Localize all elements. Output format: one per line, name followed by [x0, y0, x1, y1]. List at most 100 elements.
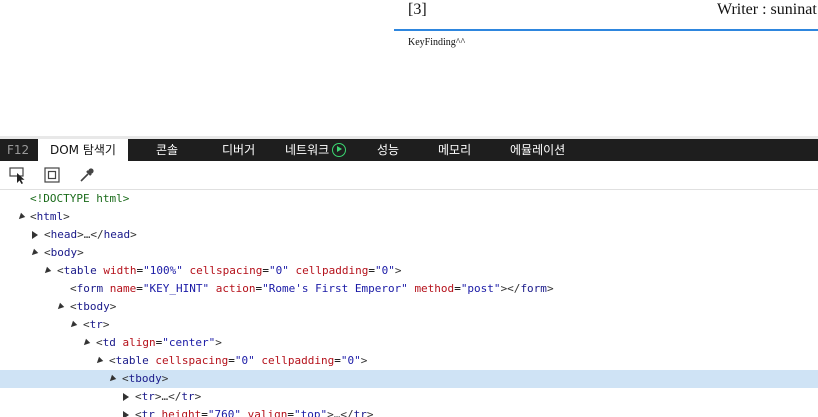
node-label: <form name="KEY_HINT" action="Rome's Fir…	[70, 282, 554, 295]
dom-node-tbody[interactable]: <tbody>	[0, 298, 818, 316]
expand-toggle-icon[interactable]	[108, 370, 118, 388]
tag-name: table	[63, 264, 97, 277]
dom-tree: <!DOCTYPE html> <html> <head>…</head> <b…	[0, 190, 818, 417]
expand-toggle-icon[interactable]	[56, 298, 66, 316]
attr-name: height	[161, 408, 202, 417]
attr-name: width	[103, 264, 137, 277]
attr-name: action	[215, 282, 256, 295]
tag-name: tr	[141, 408, 155, 417]
attr-name: cellspacing	[189, 264, 263, 277]
dom-node-table-inner[interactable]: <table cellspacing="0" cellpadding="0">	[0, 352, 818, 370]
expand-toggle-icon[interactable]	[95, 352, 105, 370]
tab-emulation[interactable]: 에뮬레이션	[510, 139, 565, 161]
select-element-icon	[9, 167, 25, 184]
tag-name: tr	[89, 318, 103, 331]
tab-memory[interactable]: 메모리	[438, 139, 471, 161]
dom-node-form[interactable]: <form name="KEY_HINT" action="Rome's Fir…	[0, 280, 818, 298]
node-label: <head>…</head>	[44, 228, 137, 241]
tab-debugger[interactable]: 디버거	[222, 139, 255, 161]
dom-node-table[interactable]: <table width="100%" cellspacing="0" cell…	[0, 262, 818, 280]
tag-name: head	[50, 228, 78, 241]
tag-name: html	[36, 210, 64, 223]
tab-network-label: 네트워크	[285, 143, 330, 157]
attr-value: "100%"	[143, 264, 183, 277]
attr-value: "0"	[374, 264, 395, 277]
devtools-panel: F12 DOM 탐색기 콘솔 디버거 네트워크 성능 메모리 에뮬레이션 <!D…	[0, 136, 818, 417]
collapse-toggle-icon[interactable]	[121, 406, 131, 417]
tag-name: tr	[141, 390, 155, 403]
tag-name: head	[103, 228, 131, 241]
dom-node-head[interactable]: <head>…</head>	[0, 226, 818, 244]
divider-line	[394, 29, 818, 31]
node-label: <body>	[44, 246, 84, 259]
attr-name: cellpadding	[295, 264, 369, 277]
tag-name: tbody	[76, 300, 110, 313]
doctype-text: <!DOCTYPE html>	[30, 192, 130, 205]
attr-name: name	[109, 282, 137, 295]
tab-network[interactable]: 네트워크	[285, 139, 347, 161]
attr-name: align	[122, 336, 156, 349]
node-label: <td align="center">	[96, 336, 222, 349]
attr-name: cellspacing	[155, 354, 229, 367]
expand-toggle-icon[interactable]	[43, 262, 53, 280]
attr-value: "center"	[162, 336, 216, 349]
attr-name: method	[414, 282, 455, 295]
page-preview: [3] Writer : suninat KeyFinding^^	[0, 0, 818, 136]
attr-value: "0"	[268, 264, 289, 277]
attr-name: valign	[247, 408, 288, 417]
node-label: <html>	[30, 210, 70, 223]
post-writer: Writer : suninat	[717, 1, 817, 18]
node-label: <tbody>	[122, 372, 169, 385]
tag-name: tr	[353, 408, 367, 417]
node-label: <tbody>	[70, 300, 117, 313]
dom-node-tr[interactable]: <tr>	[0, 316, 818, 334]
tag-name: table	[115, 354, 149, 367]
expand-toggle-icon[interactable]	[17, 208, 27, 226]
highlight-box-icon	[44, 167, 60, 183]
node-label: <tr>…</tr>	[135, 390, 202, 403]
expand-toggle-icon[interactable]	[82, 334, 92, 352]
attr-value: "0"	[340, 354, 361, 367]
tag-name: tr	[181, 390, 195, 403]
eyedropper-icon	[80, 168, 94, 182]
collapse-toggle-icon[interactable]	[121, 388, 131, 406]
tab-dom-explorer[interactable]: DOM 탐색기	[38, 139, 128, 161]
dom-node-tr-collapsed[interactable]: <tr>…</tr>	[0, 388, 818, 406]
highlight-elements-button[interactable]	[42, 165, 62, 185]
attr-value: "top"	[294, 408, 328, 417]
dom-node-doctype[interactable]: <!DOCTYPE html>	[0, 190, 818, 208]
play-icon	[332, 142, 347, 157]
select-element-button[interactable]	[8, 165, 28, 185]
expand-toggle-icon[interactable]	[69, 316, 79, 334]
dom-node-body[interactable]: <body>	[0, 244, 818, 262]
node-label: <table width="100%" cellspacing="0" cell…	[57, 264, 402, 277]
dom-node-tbody-selected[interactable]: <tbody>	[0, 370, 818, 388]
dom-node-html[interactable]: <html>	[0, 208, 818, 226]
collapse-toggle-icon[interactable]	[30, 226, 40, 244]
node-label: <tr height="760" valign="top">…</tr>	[135, 406, 374, 417]
tag-name: body	[50, 246, 78, 259]
node-label: <table cellspacing="0" cellpadding="0">	[109, 354, 368, 367]
key-hint-text: KeyFinding^^	[408, 37, 466, 48]
attr-name: cellpadding	[261, 354, 335, 367]
attr-value: "KEY_HINT"	[142, 282, 210, 295]
dom-node-td[interactable]: <td align="center">	[0, 334, 818, 352]
tag-name: tbody	[128, 372, 162, 385]
dom-toolbar	[0, 161, 818, 190]
expand-toggle-icon[interactable]	[30, 244, 40, 262]
tab-performance[interactable]: 성능	[377, 139, 399, 161]
attr-value: "760"	[207, 408, 241, 417]
f12-label: F12	[7, 143, 30, 157]
tag-name: form	[76, 282, 104, 295]
tag-name: td	[102, 336, 116, 349]
attr-value: "post"	[460, 282, 501, 295]
attr-value: "0"	[234, 354, 255, 367]
tab-console[interactable]: 콘솔	[156, 139, 178, 161]
tag-name: form	[520, 282, 547, 295]
dom-node-tr-height[interactable]: <tr height="760" valign="top">…</tr>	[0, 406, 818, 417]
color-picker-button[interactable]	[77, 165, 97, 185]
devtools-tab-bar: F12 DOM 탐색기 콘솔 디버거 네트워크 성능 메모리 에뮬레이션	[0, 136, 818, 161]
attr-value: "Rome's First Emperor"	[262, 282, 408, 295]
node-label: <tr>	[83, 318, 110, 331]
post-index: [3]	[408, 1, 427, 18]
